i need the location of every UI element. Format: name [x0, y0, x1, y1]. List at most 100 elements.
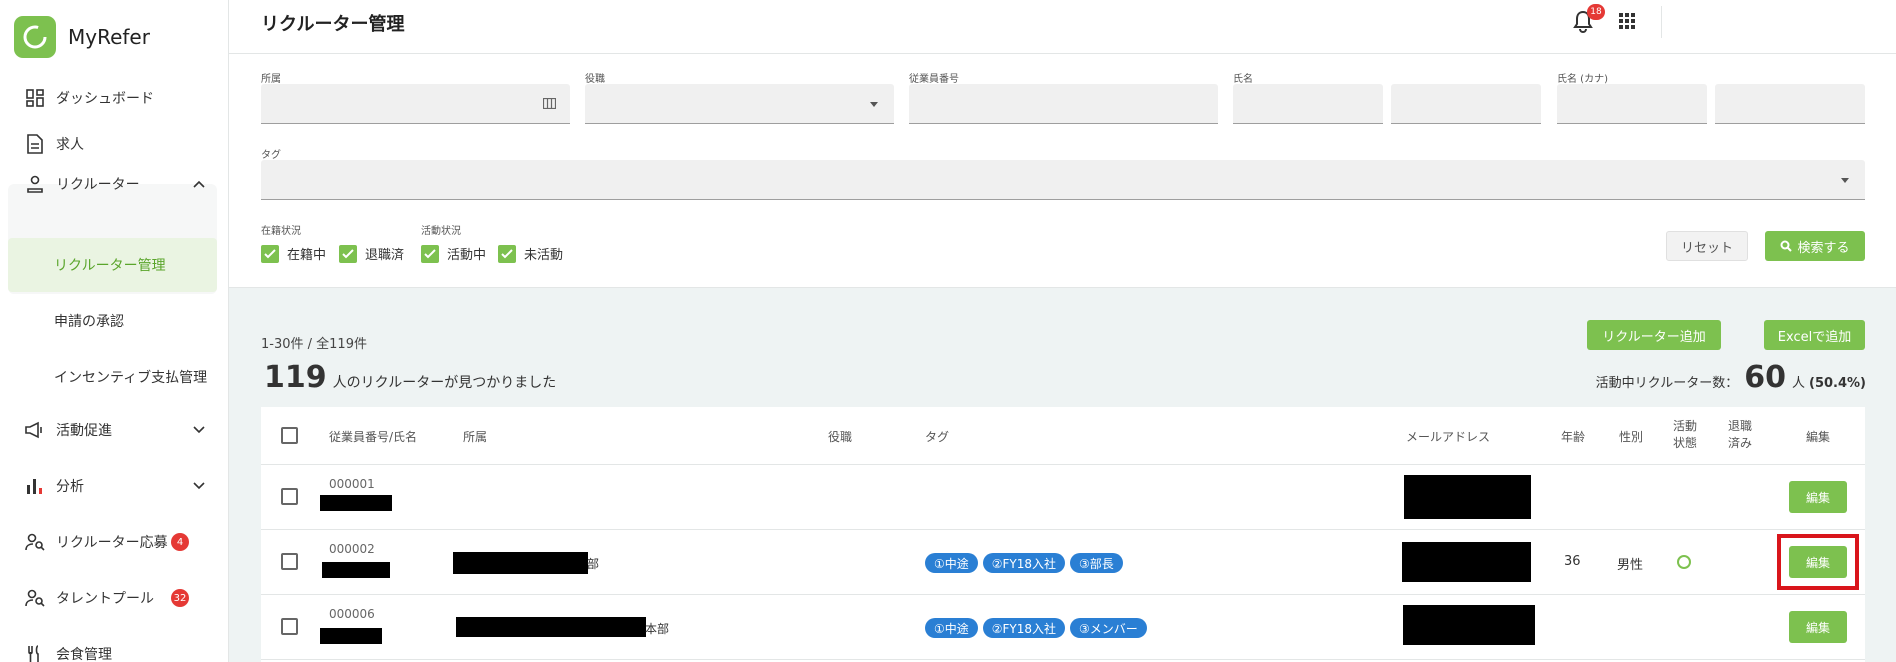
enrolled-checkbox[interactable]: 在籍中 — [261, 244, 326, 263]
sidebar-item-dining[interactable]: 会食管理 — [8, 628, 217, 662]
col-gender[interactable]: 性別 — [1619, 428, 1643, 445]
chevron-up-icon — [193, 176, 205, 192]
tag-chip[interactable]: ①中途 — [925, 618, 978, 638]
col-email[interactable]: メールアドレス — [1406, 428, 1490, 445]
sidebar-item-label: リクルーター応募 — [56, 535, 168, 551]
col-affiliation[interactable]: 所属 — [463, 428, 487, 445]
filter-panel: 所属 役職 従業員番号 氏名 氏名 (カナ) タグ 在籍状況 活動状況 在籍中 … — [229, 54, 1896, 288]
col-emp-name[interactable]: 従業員番号/氏名 — [329, 428, 417, 445]
position-label: 役職 — [585, 74, 605, 85]
table-row[interactable]: 000001 編集 — [261, 465, 1865, 530]
row-checkbox[interactable] — [281, 553, 298, 570]
tag-chip[interactable]: ②FY18入社 — [982, 618, 1066, 638]
active-checkbox[interactable]: 活動中 — [421, 244, 486, 263]
edit-button[interactable]: 編集 — [1789, 546, 1847, 578]
checkbox-label: 退職済 — [365, 248, 405, 263]
col-retired-line2[interactable]: 済み — [1728, 434, 1752, 451]
found-text: 人のリクルーターが見つかりました — [332, 375, 557, 391]
col-activity-line1[interactable]: 活動 — [1673, 417, 1697, 434]
recruiter-table: 従業員番号/氏名 所属 役職 タグ メールアドレス 年齢 性別 活動 状態 退職… — [261, 407, 1865, 662]
found-summary: 119 人のリクルーターが見つかりました — [264, 360, 556, 395]
col-position[interactable]: 役職 — [828, 428, 852, 445]
excel-add-button[interactable]: Excelで追加 — [1764, 320, 1865, 350]
col-retired-line1[interactable]: 退職 — [1728, 417, 1752, 434]
inactive-checkbox[interactable]: 未活動 — [498, 244, 563, 263]
sidebar-item-label: ダッシュボード — [56, 91, 154, 107]
affiliation-input[interactable] — [261, 84, 570, 124]
cutlery-icon — [24, 643, 46, 662]
row-checkbox[interactable] — [281, 618, 298, 635]
col-tag[interactable]: タグ — [925, 428, 949, 445]
sidebar-item-approvals[interactable]: 申請の承認 — [8, 294, 217, 348]
sidebar: MyRefer ダッシュボード 求人 リクルーター リクルーター管理 申請の承認… — [0, 0, 229, 662]
active-status-icon — [1677, 555, 1691, 569]
last-name-input[interactable] — [1233, 84, 1383, 124]
chevron-down-icon — [193, 478, 205, 494]
sidebar-item-label: インセンティブ支払管理 — [54, 370, 208, 386]
activity-status-label: 活動状況 — [421, 226, 461, 237]
add-recruiter-button[interactable]: リクルーター追加 — [1587, 320, 1721, 350]
notification-button[interactable]: 18 — [1572, 4, 1605, 36]
tag-chip[interactable]: ②FY18入社 — [982, 553, 1066, 573]
result-range: 1-30件 / 全119件 — [261, 337, 367, 352]
tag-chip[interactable]: ③部長 — [1070, 553, 1123, 573]
sidebar-item-label: リクルーター — [56, 177, 140, 193]
checkbox-checked-icon — [261, 244, 279, 263]
employee-no-input[interactable] — [909, 84, 1218, 124]
select-all-checkbox[interactable] — [281, 427, 298, 444]
sidebar-item-dashboard[interactable]: ダッシュボード — [8, 72, 217, 124]
active-ratio: (50.4%) — [1809, 376, 1866, 391]
redacted-email — [1403, 605, 1535, 645]
sidebar-item-recruiter[interactable]: リクルーター — [8, 158, 217, 210]
col-age[interactable]: 年齢 — [1561, 428, 1585, 445]
first-name-kana-input[interactable] — [1715, 84, 1865, 124]
retired-checkbox[interactable]: 退職済 — [339, 244, 404, 263]
count-badge: 4 — [171, 533, 189, 551]
apps-grid-button[interactable] — [1619, 13, 1639, 33]
sidebar-item-recruiter-applications[interactable]: リクルーター応募 4 — [8, 516, 217, 568]
affiliation-suffix: 本部 — [645, 622, 670, 636]
first-name-input[interactable] — [1391, 84, 1541, 124]
affiliation-suffix: 部 — [587, 557, 600, 571]
affiliation-label: 所属 — [261, 74, 281, 85]
checkbox-label: 未活動 — [524, 248, 564, 263]
sidebar-item-recruiter-management[interactable]: リクルーター管理 — [8, 238, 217, 292]
redacted-name — [320, 495, 392, 511]
search-button[interactable]: 検索する — [1765, 231, 1865, 261]
dropdown-arrow-icon — [1841, 178, 1849, 183]
redacted-email — [1402, 542, 1531, 582]
row-checkbox[interactable] — [281, 488, 298, 505]
notification-badge: 18 — [1587, 4, 1605, 20]
redacted-email — [1404, 475, 1531, 519]
search-icon — [1780, 240, 1793, 252]
active-count: 60 — [1744, 360, 1786, 395]
reset-button[interactable]: リセット — [1666, 231, 1748, 261]
last-name-kana-input[interactable] — [1557, 84, 1707, 124]
table-row[interactable]: 000002 部 ①中途 ②FY18入社 ③部長 36 男性 編集 — [261, 530, 1865, 595]
sidebar-item-analytics[interactable]: 分析 — [8, 460, 217, 512]
sidebar-item-label: 活動促進 — [56, 423, 112, 439]
checkbox-label: 在籍中 — [287, 248, 327, 263]
tag-select[interactable] — [261, 160, 1865, 200]
position-select[interactable] — [585, 84, 894, 124]
tag-chip[interactable]: ③メンバー — [1070, 618, 1147, 638]
dropdown-arrow-icon — [870, 102, 878, 107]
header-divider — [1661, 6, 1662, 38]
col-activity-line2[interactable]: 状態 — [1673, 434, 1697, 451]
active-recruiter-summary: 活動中リクルーター数： 60 人 (50.4%) — [1596, 360, 1866, 395]
brand[interactable]: MyRefer — [14, 16, 150, 58]
sidebar-item-talent-pool[interactable]: タレントプール 32 — [8, 572, 217, 624]
kana-label: 氏名 (カナ) — [1557, 74, 1608, 85]
table-row[interactable]: 000006 本部 ①中途 ②FY18入社 ③メンバー 編集 — [261, 595, 1865, 660]
person-search-icon — [24, 531, 46, 553]
chevron-down-icon — [193, 422, 205, 438]
edit-button[interactable]: 編集 — [1789, 481, 1847, 513]
employee-number: 000006 — [329, 607, 375, 621]
document-icon — [24, 133, 46, 155]
sidebar-item-label: リクルーター管理 — [54, 258, 166, 274]
edit-button[interactable]: 編集 — [1789, 611, 1847, 643]
sidebar-item-activity-promotion[interactable]: 活動促進 — [8, 404, 217, 456]
tag-chip[interactable]: ①中途 — [925, 553, 978, 573]
recruiter-icon — [24, 173, 46, 195]
sidebar-item-incentive-payments[interactable]: インセンティブ支払管理 — [8, 350, 217, 404]
